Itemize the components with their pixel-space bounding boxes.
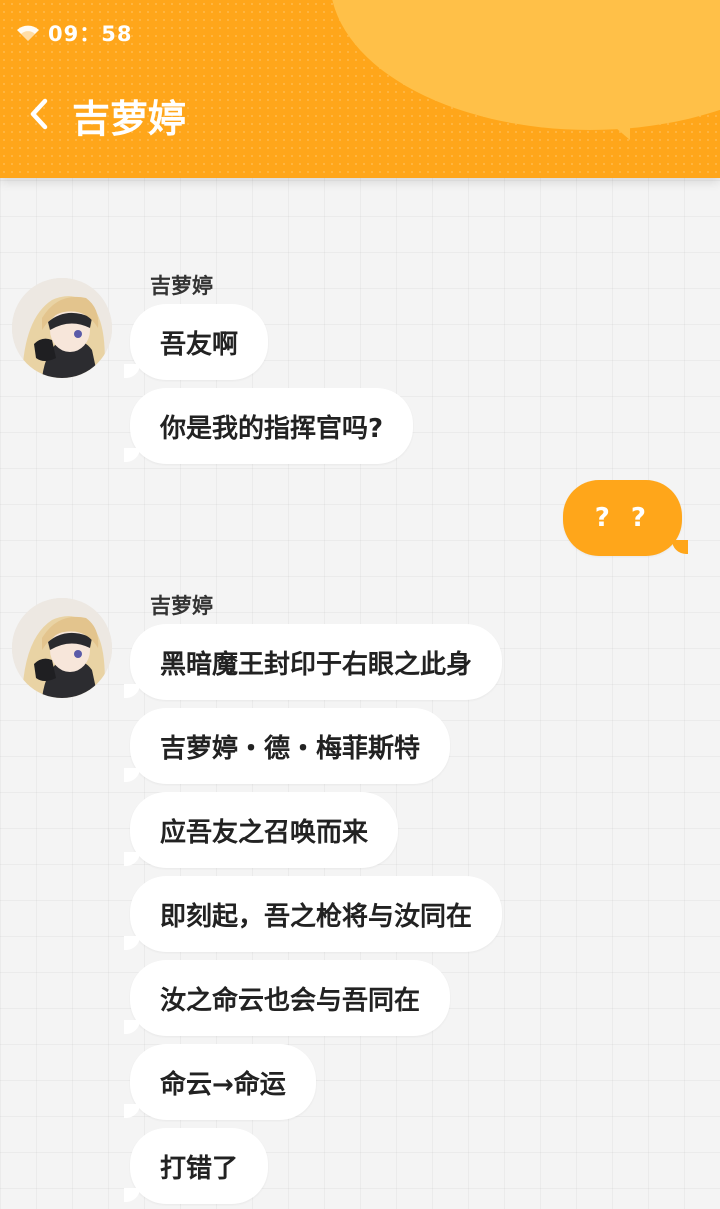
message-bubble[interactable]: 吾友啊 [123, 304, 269, 380]
sender-name: 吉萝婷 [150, 274, 213, 298]
message-bubble[interactable]: 汝之命云也会与吾同在 [123, 960, 451, 1036]
message-bubble[interactable]: 应吾友之召唤而来 [123, 792, 399, 868]
header-speech-bubble-tail [560, 80, 630, 140]
message-bubble[interactable]: 命云→命运 [124, 1044, 316, 1120]
message-bubble[interactable]: 即刻起，吾之枪将与汝同在 [123, 876, 503, 952]
avatar[interactable] [12, 278, 112, 378]
status-time: 09：58 [48, 22, 133, 46]
message-bubble[interactable]: 吉萝婷・德・梅菲斯特 [123, 708, 451, 784]
avatar[interactable] [12, 598, 112, 698]
message-bubble[interactable]: 打错了 [123, 1128, 269, 1204]
wifi-icon [16, 24, 40, 42]
status-bar: 09：58 [16, 18, 132, 48]
page-title: 吉萝婷 [72, 97, 187, 141]
title-bar: 吉萝婷 [28, 88, 186, 143]
message-bubble[interactable]: 你是我的指挥官吗? [123, 388, 414, 464]
chevron-left-icon [28, 97, 50, 135]
message-bubble[interactable]: 黑暗魔王封印于右眼之此身 [123, 624, 503, 700]
message-list[interactable]: 吉萝婷 吾友啊 你是我的指挥官吗? ? ? 吉萝婷 黑暗魔王封印于右眼之此身 吉… [0, 178, 720, 1209]
my-message-bubble[interactable]: ? ? [562, 480, 689, 556]
back-button[interactable] [28, 94, 58, 138]
sender-name: 吉萝婷 [150, 594, 213, 618]
app-header: 09：58 吉萝婷 [0, 0, 720, 178]
